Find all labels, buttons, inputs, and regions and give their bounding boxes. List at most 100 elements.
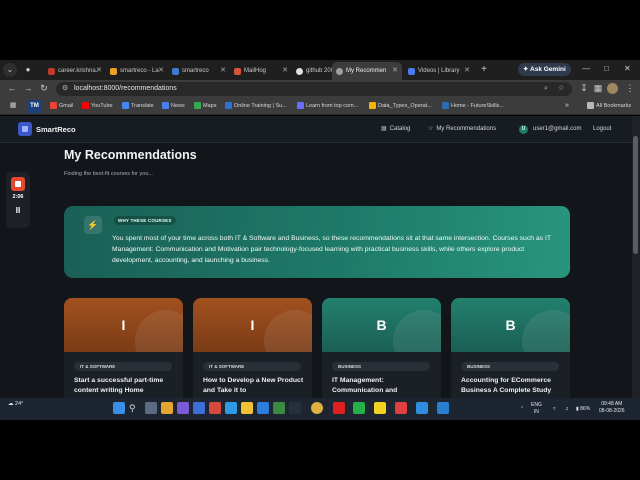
sticky-notes-icon[interactable] bbox=[374, 402, 386, 414]
course-card[interactable]: I IT & SOFTWARE How to Develop a New Pro… bbox=[193, 298, 312, 398]
address-bar[interactable]: ⚙ localhost:8000/recommendations ⌕ ☆ bbox=[56, 82, 572, 96]
tab-career[interactable]: career.krishna.i ✕ bbox=[44, 62, 106, 80]
task-view-icon[interactable] bbox=[145, 402, 157, 414]
bookmark-futureskills[interactable]: Home - FutureSkills... bbox=[442, 98, 504, 114]
app-icon[interactable] bbox=[289, 402, 301, 414]
card-header: I bbox=[193, 298, 312, 352]
youtube-icon[interactable] bbox=[333, 402, 345, 414]
tray-overflow-icon[interactable]: ⌃ bbox=[520, 398, 524, 420]
edge-icon[interactable] bbox=[225, 402, 237, 414]
user-avatar[interactable]: U bbox=[519, 125, 528, 134]
widgets-icon[interactable] bbox=[161, 402, 173, 414]
weather-widget[interactable]: ☁ 24° bbox=[8, 401, 23, 407]
copilot-icon[interactable] bbox=[177, 402, 189, 414]
search-icon[interactable]: ⚲ bbox=[129, 402, 141, 414]
brand-logo-icon[interactable] bbox=[18, 122, 32, 136]
tab-mailhog[interactable]: MailHog ✕ bbox=[230, 62, 292, 80]
app-icon[interactable] bbox=[273, 402, 285, 414]
course-card[interactable]: B BUSINESS IT Management: Communication … bbox=[322, 298, 441, 398]
bookmark-online-training[interactable]: Online Training | Su... bbox=[225, 98, 287, 114]
docker-icon[interactable] bbox=[416, 402, 428, 414]
bookmark-youtube[interactable]: YouTube bbox=[82, 98, 113, 114]
close-icon[interactable]: ✕ bbox=[464, 62, 470, 80]
forward-icon[interactable]: → bbox=[22, 82, 34, 94]
system-clock[interactable]: 09:48 AM 08-08-2026 bbox=[599, 401, 625, 415]
file-explorer-icon[interactable] bbox=[241, 402, 253, 414]
start-icon[interactable] bbox=[113, 402, 125, 414]
window-close-icon[interactable]: ✕ bbox=[624, 63, 631, 75]
bookmark-data-types[interactable]: Data_Types_Operat... bbox=[369, 98, 432, 114]
zoom-icon[interactable]: ⌕ bbox=[544, 82, 548, 96]
wifi-icon[interactable]: ≈ bbox=[553, 398, 556, 420]
stop-recording-icon[interactable] bbox=[11, 177, 25, 191]
tab-search-icon[interactable]: ⌄ bbox=[3, 63, 17, 77]
logout-button[interactable]: Logout bbox=[593, 116, 611, 143]
bookmarks-overflow-icon[interactable]: » bbox=[565, 98, 569, 114]
course-card[interactable]: B BUSINESS Accounting for ECommerce Busi… bbox=[451, 298, 570, 398]
scroll-thumb[interactable] bbox=[633, 136, 638, 254]
chrome-icon[interactable] bbox=[311, 402, 323, 414]
card-letter: I bbox=[250, 317, 255, 333]
bookmark-gmail[interactable]: Gmail bbox=[50, 98, 73, 114]
bookmark-label: Translate bbox=[131, 103, 154, 109]
tab-videos-library[interactable]: Videos | Library ✕ bbox=[404, 62, 474, 80]
download-icon[interactable]: ↧ bbox=[578, 82, 590, 94]
page-viewport: SmartReco ▦ Catalog ☆ My Recommendations U… bbox=[0, 116, 640, 398]
new-tab-button[interactable]: + bbox=[477, 62, 491, 78]
app-icon[interactable] bbox=[193, 402, 205, 414]
profile-avatar[interactable] bbox=[607, 83, 618, 94]
tab-smartreco-la[interactable]: smartreco - La ✕ bbox=[106, 62, 168, 80]
card-title[interactable]: How to Develop a New Product and Take it… bbox=[203, 376, 305, 395]
language-indicator[interactable]: ENG IN bbox=[531, 402, 542, 416]
back-icon[interactable]: ← bbox=[6, 82, 18, 94]
gmail-icon bbox=[50, 102, 57, 110]
reload-icon[interactable]: ↻ bbox=[38, 82, 50, 94]
bookmark-maps[interactable]: Maps bbox=[194, 98, 216, 114]
minimize-icon[interactable]: — bbox=[582, 63, 590, 75]
whatsapp-icon[interactable] bbox=[353, 402, 365, 414]
tab-smartreco[interactable]: smartreco ✕ bbox=[168, 62, 230, 80]
all-bookmarks[interactable]: All Bookmarks bbox=[587, 98, 631, 114]
close-icon[interactable]: ✕ bbox=[392, 62, 398, 80]
mail-icon[interactable] bbox=[257, 402, 269, 414]
bookmark-star-icon[interactable]: ☆ bbox=[558, 82, 564, 96]
volume-icon[interactable]: ♫ bbox=[565, 398, 569, 420]
card-category: IT & SOFTWARE bbox=[74, 362, 172, 371]
site-info-icon[interactable]: ⚙ bbox=[62, 82, 68, 96]
page-subtitle: Finding the best-fit courses for you... bbox=[64, 171, 153, 177]
bookmark-translate[interactable]: Translate bbox=[122, 98, 154, 114]
close-icon[interactable]: ✕ bbox=[96, 62, 102, 80]
vscode-icon[interactable] bbox=[437, 402, 449, 414]
page-scrollbar[interactable] bbox=[632, 116, 640, 398]
close-icon[interactable]: ✕ bbox=[158, 62, 164, 80]
hero-badge: WHY THESE COURSES bbox=[114, 216, 176, 225]
apps-icon[interactable]: ▦ bbox=[7, 100, 19, 112]
maximize-icon[interactable]: □ bbox=[604, 63, 609, 75]
course-card[interactable]: I IT & SOFTWARE Start a successful part-… bbox=[64, 298, 183, 398]
pause-recording-icon[interactable]: II bbox=[6, 206, 30, 215]
data-types-icon bbox=[369, 102, 376, 110]
card-title[interactable]: Accounting for ECommerce Business A Comp… bbox=[461, 376, 563, 395]
card-title[interactable]: Start a successful part-time content wri… bbox=[74, 376, 176, 395]
nav-catalog[interactable]: ▦ Catalog bbox=[381, 116, 410, 143]
brand-name[interactable]: SmartReco bbox=[36, 116, 76, 143]
app-icon[interactable] bbox=[395, 402, 407, 414]
nav-my-recommendations[interactable]: ☆ My Recommendations bbox=[428, 116, 496, 143]
tab-my-recommendations[interactable]: My Recommen ✕ bbox=[332, 62, 402, 80]
close-icon[interactable]: ✕ bbox=[220, 62, 226, 80]
extensions-icon[interactable]: ▦ bbox=[592, 82, 604, 94]
bookmark-news[interactable]: News bbox=[162, 98, 185, 114]
tab-favicon bbox=[408, 67, 415, 75]
bookmark-learn-top-com[interactable]: Learn from top com... bbox=[297, 98, 358, 114]
ask-gemini-button[interactable]: ✦ Ask Gemini bbox=[518, 63, 571, 76]
bookmark-tm[interactable]: TM bbox=[27, 100, 42, 113]
close-icon[interactable]: ✕ bbox=[282, 62, 288, 80]
menu-icon[interactable]: ⋮ bbox=[624, 82, 636, 94]
bookmark-label: Learn from top com... bbox=[306, 103, 359, 109]
tab-title: career.krishna.i bbox=[58, 68, 98, 74]
language-top: ENG bbox=[531, 402, 542, 408]
firefox-icon[interactable] bbox=[209, 402, 221, 414]
card-title[interactable]: IT Management: Communication and bbox=[332, 376, 434, 395]
battery-indicator[interactable]: ▮ 86% bbox=[576, 398, 590, 420]
online-training-icon bbox=[225, 102, 232, 110]
